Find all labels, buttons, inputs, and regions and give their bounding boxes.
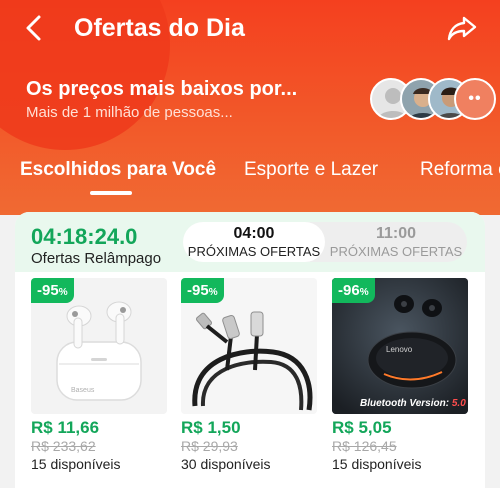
flash-deals-header: 04:18:24.0 Ofertas Relâmpago 04:00 PRÓXI… bbox=[15, 212, 485, 272]
subline: Mais de 1 milhão de pessoas... bbox=[26, 104, 233, 121]
slot-time: 11:00 bbox=[375, 225, 417, 242]
avatar-group[interactable]: •• bbox=[370, 78, 496, 120]
product-availability: 15 disponíveis bbox=[332, 456, 422, 472]
tab-escolhidos[interactable]: Escolhidos para Você bbox=[20, 159, 216, 181]
back-icon[interactable] bbox=[22, 14, 48, 42]
countdown-timer: 04:18:24.0 bbox=[31, 224, 138, 249]
time-slot-1100[interactable]: 11:00 PRÓXIMAS OFERTAS bbox=[325, 222, 467, 262]
product-card[interactable]: -95% R$ 1,50 R$ 29,93 30 disponíveis bbox=[181, 278, 317, 478]
product-price: R$ 11,66 bbox=[31, 418, 100, 437]
brand-logo: Lenovo bbox=[386, 345, 413, 354]
brand-logo: Baseus bbox=[71, 387, 95, 394]
product-old-price: R$ 233,62 bbox=[31, 438, 96, 454]
category-tabs: Escolhidos para Você Esporte e Lazer Ref… bbox=[0, 155, 500, 195]
discount-badge: -95% bbox=[181, 278, 224, 303]
flash-deals-card: 04:18:24.0 Ofertas Relâmpago 04:00 PRÓXI… bbox=[15, 212, 485, 488]
product-price: R$ 5,05 bbox=[332, 418, 392, 437]
discount-badge: -95% bbox=[31, 278, 74, 303]
slot-label: PRÓXIMAS OFERTAS bbox=[187, 244, 321, 259]
image-caption: Bluetooth Version: 5.0 bbox=[360, 398, 466, 409]
product-availability: 15 disponíveis bbox=[31, 456, 121, 472]
tab-reforma[interactable]: Reforma e bbox=[420, 159, 500, 181]
slot-label: PRÓXIMAS OFERTAS bbox=[329, 244, 463, 259]
time-slot-selector: 04:00 PRÓXIMAS OFERTAS 11:00 PRÓXIMAS OF… bbox=[183, 222, 467, 262]
product-image: -95% bbox=[181, 278, 317, 414]
share-icon[interactable] bbox=[446, 14, 478, 42]
more-avatars-icon: •• bbox=[454, 78, 496, 120]
active-tab-indicator bbox=[90, 191, 132, 195]
product-image: -95% Baseus bbox=[31, 278, 167, 414]
header: Ofertas do Dia Os preços mais baixos por… bbox=[0, 0, 500, 215]
product-availability: 30 disponíveis bbox=[181, 456, 271, 472]
product-card[interactable]: -95% Baseus R$ 11,66 R$ 233,62 15 dispon… bbox=[31, 278, 167, 478]
product-card[interactable]: -96% Lenovo Bluetooth Version: 5.0 R$ 5,… bbox=[332, 278, 468, 478]
product-old-price: R$ 126,45 bbox=[332, 438, 397, 454]
top-bar: Ofertas do Dia bbox=[0, 0, 500, 56]
product-old-price: R$ 29,93 bbox=[181, 438, 238, 454]
page-title: Ofertas do Dia bbox=[74, 14, 245, 42]
headline: Os preços mais baixos por... bbox=[26, 78, 298, 100]
slot-time: 04:00 bbox=[233, 225, 275, 242]
time-slot-0400[interactable]: 04:00 PRÓXIMAS OFERTAS bbox=[183, 222, 325, 262]
tab-esporte-lazer[interactable]: Esporte e Lazer bbox=[244, 159, 378, 181]
discount-badge: -96% bbox=[332, 278, 375, 303]
product-price: R$ 1,50 bbox=[181, 418, 241, 437]
product-image: -96% Lenovo Bluetooth Version: 5.0 bbox=[332, 278, 468, 414]
flash-deals-label: Ofertas Relâmpago bbox=[31, 250, 162, 267]
